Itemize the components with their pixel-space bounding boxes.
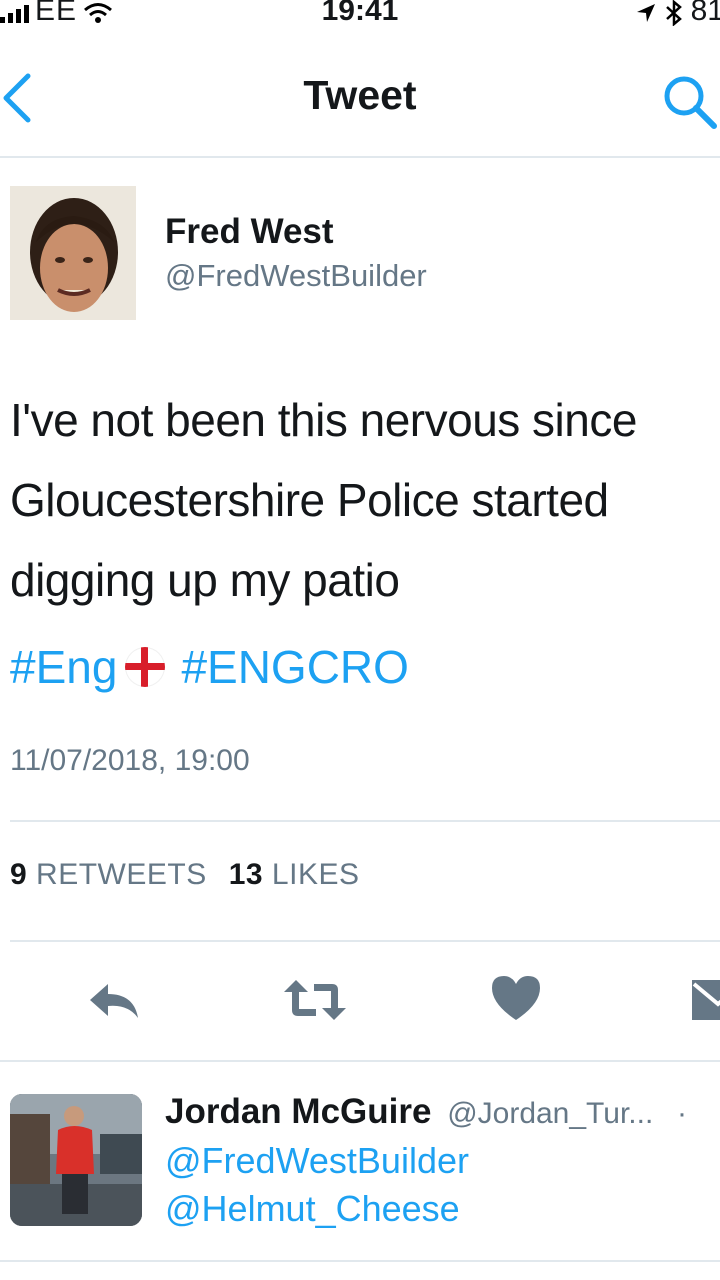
author-avatar[interactable] <box>10 186 136 320</box>
search-icon <box>664 76 717 129</box>
reply-button[interactable] <box>84 970 144 1030</box>
heart-icon <box>492 976 540 1020</box>
reply-tweet[interactable]: Jordan McGuire @Jordan_Tur... · @FredWes… <box>0 1060 720 1262</box>
reply-author-name[interactable]: Jordan McGuire <box>165 1092 431 1131</box>
retweets-count: 9 <box>10 858 28 891</box>
author-photo <box>10 186 136 320</box>
reply-mention-2[interactable]: @Helmut_Cheese <box>165 1188 460 1230</box>
reply-icon <box>90 984 138 1018</box>
reply-author-avatar[interactable] <box>10 1094 142 1226</box>
bluetooth-icon <box>665 0 682 26</box>
retweets-label: RETWEETS <box>36 858 207 891</box>
direct-message-button[interactable] <box>688 970 720 1030</box>
divider <box>10 940 720 942</box>
hashtag-engcro[interactable]: #ENGCRO <box>181 640 408 694</box>
author-handle[interactable]: @FredWestBuilder <box>165 258 427 294</box>
hashtags: #Eng #ENGCRO <box>10 640 409 694</box>
likes-label: LIKES <box>271 858 360 891</box>
like-button[interactable] <box>488 970 548 1030</box>
status-right: 81 <box>635 0 720 28</box>
reply-author-handle[interactable]: @Jordan_Tur... <box>447 1097 653 1130</box>
search-button[interactable] <box>662 74 718 130</box>
likes-stat[interactable]: 13 LIKES <box>229 858 360 892</box>
location-arrow-icon <box>636 4 655 22</box>
tweet-text: I've not been this nervous since Glouces… <box>10 394 637 606</box>
tweet-timestamp: 11/07/2018, 19:00 <box>10 744 250 777</box>
reply-author-photo <box>10 1094 142 1226</box>
envelope-icon <box>692 980 720 1020</box>
retweet-button[interactable] <box>282 970 348 1030</box>
reply-mention-1[interactable]: @FredWestBuilder <box>165 1140 469 1182</box>
page-title: Tweet <box>303 72 417 118</box>
status-time: 19:41 <box>321 0 399 27</box>
reply-header: Jordan McGuire @Jordan_Tur... · <box>165 1092 687 1132</box>
england-flag-icon <box>125 647 166 687</box>
hashtag-eng[interactable]: #Eng <box>10 640 117 694</box>
author-name[interactable]: Fred West <box>165 212 334 252</box>
tweet-stats: 9 RETWEETS 13 LIKES <box>10 858 359 892</box>
tweet-actions <box>0 970 720 1040</box>
divider <box>10 820 720 822</box>
status-bar: EE 19:41 81 <box>0 0 720 28</box>
retweets-stat[interactable]: 9 RETWEETS <box>10 858 207 892</box>
likes-count: 13 <box>228 858 264 891</box>
navigation-bar: Tweet <box>0 40 720 158</box>
reply-separator: · <box>677 1097 688 1130</box>
retweet-icon <box>284 980 346 1020</box>
battery-percentage: 81 <box>690 0 720 27</box>
